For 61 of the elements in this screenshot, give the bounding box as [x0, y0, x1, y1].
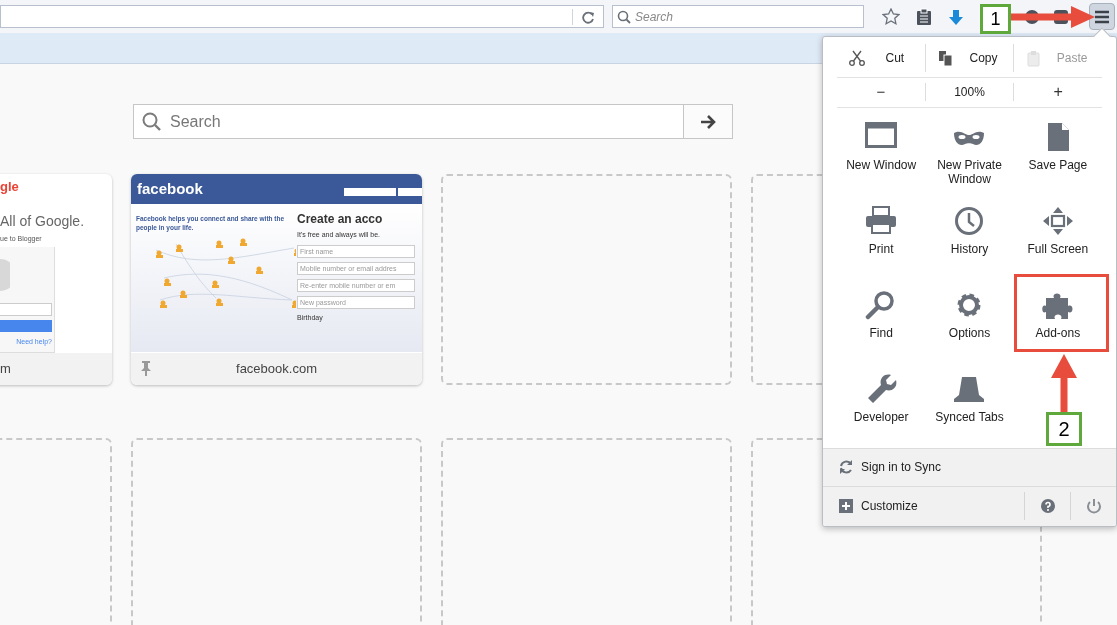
- menu-item[interactable]: New Private Window: [927, 119, 1012, 186]
- reload-icon: [581, 9, 595, 24]
- sign-in-button: [0, 319, 52, 332]
- fullscreen-icon: [1041, 205, 1074, 236]
- zoom-in-button[interactable]: +: [1014, 80, 1102, 105]
- menu-item[interactable]: Synced Tabs: [927, 371, 1012, 424]
- cut-button[interactable]: Cut: [837, 44, 925, 73]
- empty-tile[interactable]: [441, 174, 732, 385]
- heading-text: Create an acco: [297, 211, 384, 228]
- menu-item[interactable]: Save Page: [1015, 119, 1100, 172]
- avatar-icon: [0, 258, 10, 291]
- empty-tile[interactable]: [131, 438, 422, 625]
- tile-label: facebook.com: [236, 360, 317, 379]
- logo-text: gle: [0, 180, 19, 193]
- help-icon: [1040, 499, 1055, 514]
- arrow-icon: [700, 113, 716, 130]
- search-input[interactable]: Search: [170, 109, 650, 134]
- menu-item[interactable]: New Window: [839, 119, 924, 172]
- annotation-arrow: [1051, 354, 1077, 413]
- paste-icon: [1026, 49, 1043, 67]
- scissors-icon: [849, 49, 865, 67]
- logo-text: facebook: [137, 178, 203, 199]
- star-icon: [882, 8, 900, 25]
- download-icon: [948, 8, 964, 25]
- menu-item[interactable]: Add-ons: [1015, 287, 1100, 340]
- copy-icon: [937, 49, 954, 67]
- search-field[interactable]: Search: [612, 5, 864, 28]
- step-label: 1: [980, 4, 1011, 34]
- search-field[interactable]: Search: [133, 104, 684, 139]
- tile-label: m: [0, 360, 11, 379]
- search-icon: [142, 111, 162, 132]
- menu-button[interactable]: [1089, 3, 1115, 30]
- search-icon: [617, 9, 631, 24]
- pin-icon: [139, 360, 153, 377]
- empty-tile[interactable]: [441, 438, 732, 625]
- menu-icon: [1094, 9, 1110, 24]
- sync-icon: [839, 459, 853, 476]
- printer-icon: [865, 205, 898, 236]
- step-label: 2: [1046, 412, 1082, 446]
- power-icon: [1085, 498, 1102, 515]
- menu-item[interactable]: Full Screen: [1015, 203, 1100, 256]
- input-field: [344, 188, 396, 196]
- zoom-reset-button[interactable]: 100%: [924, 83, 1015, 102]
- sign-in-button[interactable]: Sign in to Sync: [823, 447, 1116, 486]
- copy-button[interactable]: Copy: [924, 44, 1014, 73]
- input-field: [0, 302, 52, 316]
- menu-item[interactable]: Find: [839, 287, 924, 340]
- menu-item[interactable]: Developer: [839, 371, 924, 424]
- zoom-out-button[interactable]: −: [837, 81, 925, 104]
- plus-icon: [839, 499, 853, 514]
- clipboard-icon: [916, 7, 932, 26]
- menu-item[interactable]: Options: [927, 287, 1012, 340]
- input-field: [398, 188, 422, 196]
- go-button[interactable]: [684, 104, 733, 139]
- heading-text: All of Google.: [0, 212, 85, 231]
- search-input[interactable]: Search: [635, 7, 855, 26]
- site-tile[interactable]: [131, 174, 422, 385]
- menu-item[interactable]: History: [927, 203, 1012, 256]
- address-bar[interactable]: [0, 5, 604, 28]
- menu-item[interactable]: Print: [839, 203, 924, 256]
- clock-icon: [953, 205, 986, 236]
